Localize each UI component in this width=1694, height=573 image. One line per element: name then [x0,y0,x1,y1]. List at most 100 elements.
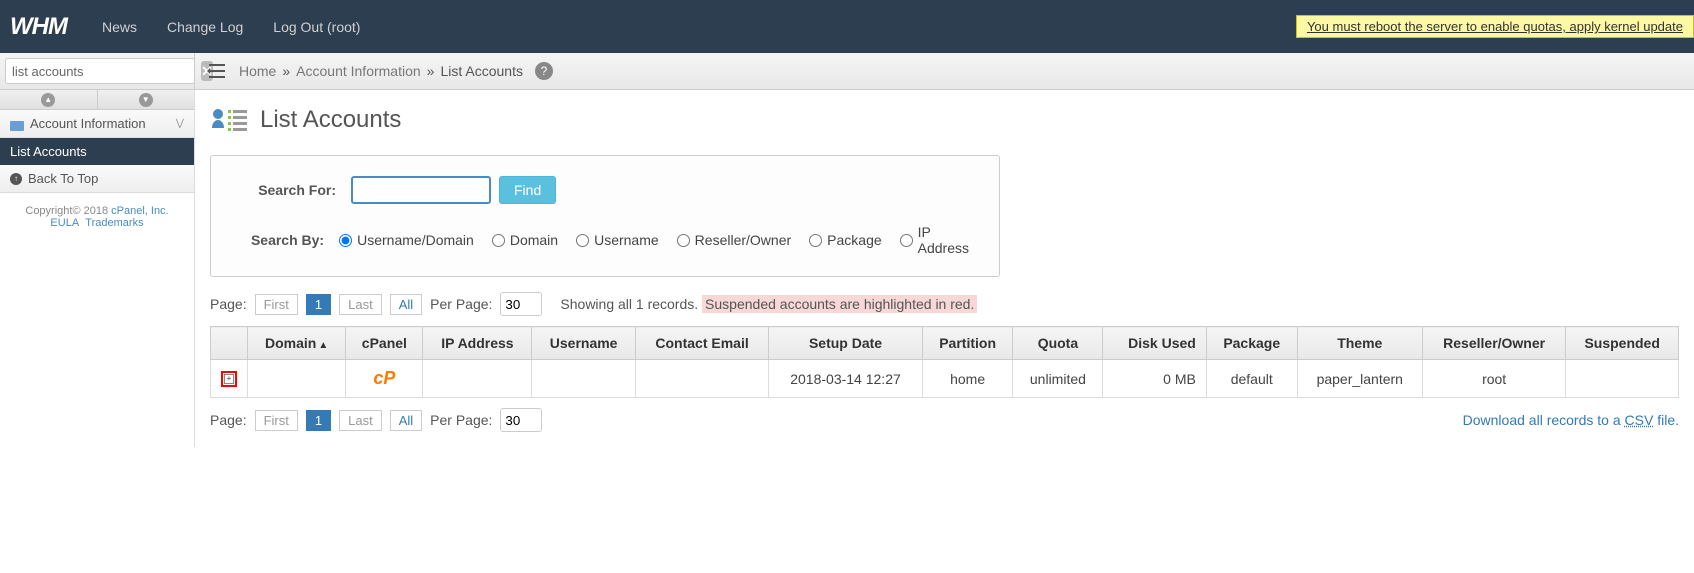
breadcrumb-separator: » [282,63,290,79]
page-first-button-bottom[interactable]: First [255,410,298,431]
th-ip-address[interactable]: IP Address [423,327,532,360]
page-label: Page: [210,296,247,312]
sidebar-search-area: ✕ [0,53,195,89]
td-package: default [1206,360,1297,398]
expand-row-button[interactable]: + [221,371,237,387]
copyright-text: Copyright© 2018 [25,205,111,217]
pagination-bottom: Page: First 1 Last All Per Page: Downloa… [210,408,1679,432]
page-header: List Accounts [210,105,1679,135]
breadcrumb-section[interactable]: Account Information [296,63,421,79]
th-cpanel[interactable]: cPanel [346,327,423,360]
back-arrow-icon: ↑ [10,173,22,185]
th-username[interactable]: Username [532,327,635,360]
whm-logo: WHM [10,13,67,41]
search-for-input[interactable] [351,176,491,204]
search-for-label: Search For: [241,182,351,198]
search-by-radio-group: Username/Domain Domain Username Reseller… [339,224,969,256]
td-suspended [1566,360,1679,398]
th-disk-used[interactable]: Disk Used [1103,327,1206,360]
hamburger-icon[interactable] [203,59,231,83]
per-page-label-bottom: Per Page: [430,412,492,428]
th-reseller-owner[interactable]: Reseller/Owner [1422,327,1565,360]
collapse-bar: ▲ ▼ [0,90,194,110]
reboot-notification[interactable]: You must reboot the server to enable quo… [1296,15,1694,38]
th-partition[interactable]: Partition [922,327,1013,360]
td-disk-used: 0 MB [1103,360,1206,398]
sidebar-search-input[interactable] [5,58,195,84]
per-page-input[interactable] [500,292,542,316]
th-package[interactable]: Package [1206,327,1297,360]
page-all-button-bottom[interactable]: All [390,410,422,431]
nav-change-log[interactable]: Change Log [152,19,258,35]
sidebar-back-to-top[interactable]: ↑ Back To Top [0,165,194,193]
page-title: List Accounts [260,106,401,134]
account-info-icon [10,119,24,129]
collapse-up-button[interactable]: ▲ [0,90,98,109]
trademarks-link[interactable]: Trademarks [85,217,143,229]
th-expand [211,327,248,360]
sidebar-item-list-accounts[interactable]: List Accounts [0,138,194,165]
chevron-down-icon: ⋁ [176,118,184,129]
per-page-input-bottom[interactable] [500,408,542,432]
suspended-note: Suspended accounts are highlighted in re… [702,295,977,313]
breadcrumb-current: List Accounts [440,63,523,79]
breadcrumb-home[interactable]: Home [239,63,276,79]
th-domain[interactable]: Domain▲ [248,327,346,360]
list-accounts-icon [210,105,250,135]
td-domain [248,360,346,398]
td-contact-email [635,360,768,398]
accounts-table: Domain▲ cPanel IP Address Username Conta… [210,326,1679,398]
page-all-button[interactable]: All [390,294,422,315]
page-label-bottom: Page: [210,412,247,428]
eula-link[interactable]: EULA [50,217,79,229]
back-to-top-label: Back To Top [28,171,98,186]
td-setup-date: 2018-03-14 12:27 [769,360,922,398]
td-theme: paper_lantern [1297,360,1422,398]
sidebar-footer: Copyright© 2018 cPanel, Inc. EULA Tradem… [0,193,194,241]
sidebar-section-label: Account Information [30,116,146,131]
page-number-button[interactable]: 1 [306,294,331,315]
page-number-button-bottom[interactable]: 1 [306,410,331,431]
table-row: + cP 2018-03-14 12:27 home unlimited 0 M… [211,360,1679,398]
breadcrumb-separator: » [427,63,435,79]
collapse-down-button[interactable]: ▼ [98,90,195,109]
sort-asc-icon: ▲ [318,340,328,351]
page-last-button[interactable]: Last [339,294,382,315]
nav-log-out[interactable]: Log Out (root) [258,19,375,35]
radio-username[interactable]: Username [576,232,659,248]
td-partition: home [922,360,1013,398]
main-content: List Accounts Search For: Find Search By… [195,90,1694,447]
per-page-label: Per Page: [430,296,492,312]
pagination-top: Page: First 1 Last All Per Page: Showing… [210,292,1679,316]
radio-domain[interactable]: Domain [492,232,558,248]
page-first-button[interactable]: First [255,294,298,315]
sidebar-section-account-info[interactable]: Account Information ⋁ [0,110,194,138]
page-last-button-bottom[interactable]: Last [339,410,382,431]
help-icon[interactable]: ? [535,62,553,80]
nav-news[interactable]: News [87,19,152,35]
search-panel: Search For: Find Search By: Username/Dom… [210,155,1000,277]
radio-ip-address[interactable]: IP Address [900,224,969,256]
th-suspended[interactable]: Suspended [1566,327,1679,360]
find-button[interactable]: Find [499,176,556,204]
top-nav: WHM News Change Log Log Out (root) You m… [0,0,1694,53]
sidebar: ▲ ▼ Account Information ⋁ List Accounts … [0,90,195,447]
search-by-label: Search By: [241,232,339,248]
radio-reseller-owner[interactable]: Reseller/Owner [677,232,791,248]
cpanel-icon: cP [373,368,395,388]
th-theme[interactable]: Theme [1297,327,1422,360]
radio-username-domain[interactable]: Username/Domain [339,232,474,248]
showing-records: Showing all 1 records. [560,296,698,312]
cpanel-link[interactable]: cPanel, Inc. [111,205,168,217]
secondary-bar: ✕ Home » Account Information » List Acco… [0,53,1694,90]
td-username [532,360,635,398]
td-cpanel[interactable]: cP [346,360,423,398]
td-reseller-owner: root [1422,360,1565,398]
td-ip-address [423,360,532,398]
radio-package[interactable]: Package [809,232,881,248]
th-setup-date[interactable]: Setup Date [769,327,922,360]
th-contact-email[interactable]: Contact Email [635,327,768,360]
download-csv-link[interactable]: Download all records to a CSV file. [1463,412,1679,428]
breadcrumb: Home » Account Information » List Accoun… [239,62,553,80]
th-quota[interactable]: Quota [1013,327,1103,360]
